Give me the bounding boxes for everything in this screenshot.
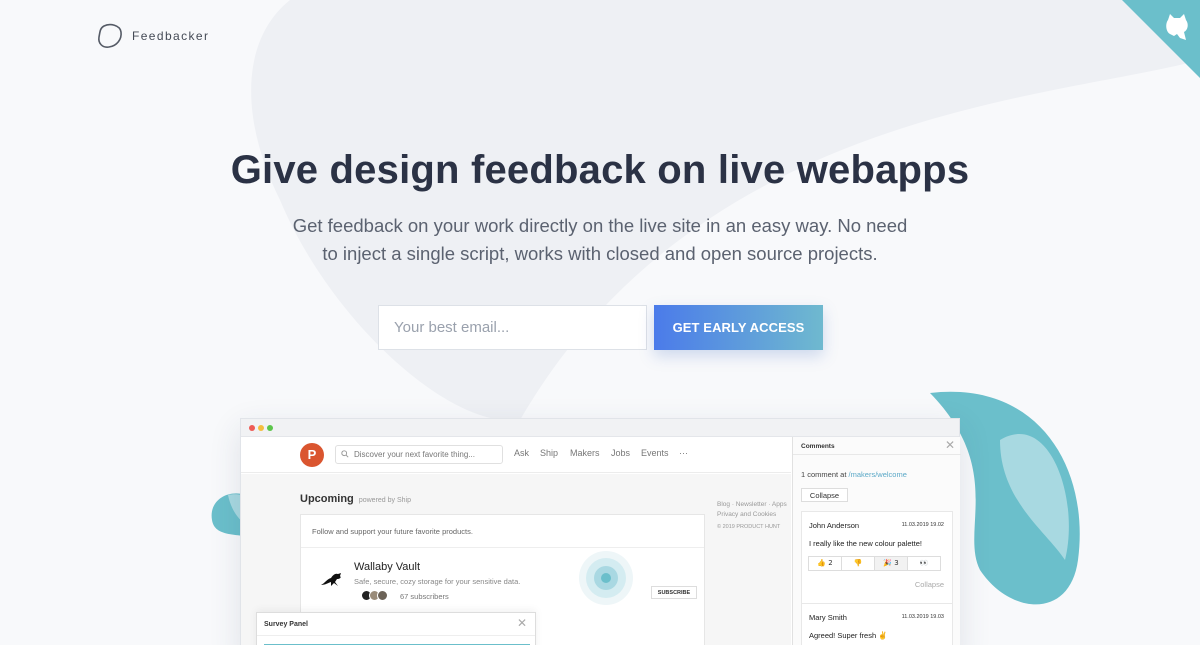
footer-copyright: © 2019 PRODUCT HUNT <box>717 524 781 530</box>
subscriber-count: 67 subscribers <box>400 592 449 601</box>
survey-title: Survey Panel <box>264 621 308 628</box>
party-popper-icon: 🎉 <box>883 559 892 567</box>
brand-logo[interactable]: Feedbacker <box>96 22 209 50</box>
reaction-thumbs-up[interactable]: 👍 2 <box>808 556 842 571</box>
github-corner-link[interactable] <box>1122 0 1200 78</box>
comment-text: Agreed! Super fresh ✌️ <box>809 631 888 640</box>
comment-card: Mary Smith 11.03.2019 19.03 Agreed! Supe… <box>801 603 953 645</box>
comment-card: John Anderson 11.03.2019 19.02 I really … <box>801 511 953 607</box>
site-search-input[interactable]: Discover your next favorite thing... <box>335 445 503 464</box>
avatar <box>377 590 388 601</box>
comment-text: I really like the new colour palette! <box>809 539 922 548</box>
nav-makers[interactable]: Makers <box>570 448 600 458</box>
reaction-party[interactable]: 🎉 3 <box>874 556 908 571</box>
footer-links-row[interactable]: Blog · Newsletter · Apps <box>717 500 797 510</box>
site-navbar: P Discover your next favorite thing... A… <box>241 437 791 473</box>
thumbs-up-icon: 👍 <box>817 559 826 567</box>
nav-ship[interactable]: Ship <box>540 448 558 458</box>
reaction-thumbs-down[interactable]: 👎 <box>841 556 875 571</box>
window-maximize-dot <box>267 425 273 431</box>
email-input[interactable] <box>378 305 647 350</box>
comment-date: 11.03.2019 19.03 <box>901 614 944 620</box>
product-description: Safe, secure, cozy storage for your sens… <box>354 577 521 586</box>
github-octocat-icon <box>1166 14 1188 40</box>
thumbs-down-icon: 👎 <box>853 559 863 567</box>
comment-author: Mary Smith <box>809 613 847 622</box>
subscribe-button[interactable]: SUBSCRIBE <box>651 586 697 599</box>
pulse-icon <box>579 551 633 605</box>
comments-header: Comments ✕ <box>793 437 961 455</box>
reaction-count: 2 <box>828 559 833 567</box>
site-logo[interactable]: P <box>300 443 324 467</box>
reaction-eyes[interactable]: 👀 <box>907 556 941 571</box>
collapse-button[interactable]: Collapse <box>801 488 848 502</box>
window-close-dot <box>249 425 255 431</box>
get-early-access-button[interactable]: GET EARLY ACCESS <box>654 305 823 350</box>
nav-more[interactable]: ··· <box>679 448 688 458</box>
collapse-link[interactable]: Collapse <box>915 580 944 589</box>
comment-count: 1 comment at /makers/welcome <box>801 470 907 479</box>
section-powered: powered by Ship <box>358 497 411 504</box>
comment-page-link[interactable]: /makers/welcome <box>849 470 907 479</box>
card-header: Follow and support your future favorite … <box>301 515 704 548</box>
product-name[interactable]: Wallaby Vault <box>354 561 420 573</box>
nav-ask[interactable]: Ask <box>514 448 529 458</box>
subscriber-avatars <box>361 590 388 601</box>
window-minimize-dot <box>258 425 264 431</box>
search-icon <box>341 450 349 458</box>
eyes-icon: 👀 <box>919 559 929 567</box>
comments-panel: Comments ✕ 1 comment at /makers/welcome … <box>792 437 961 645</box>
kangaroo-icon <box>321 573 341 586</box>
pebble-outline-icon <box>98 23 122 48</box>
reaction-count: 3 <box>894 559 899 567</box>
site-search-placeholder: Discover your next favorite thing... <box>354 450 475 459</box>
footer-links-row-2[interactable]: Privacy and Cookies <box>717 510 797 520</box>
comments-title: Comments <box>801 443 835 450</box>
section-title: Upcoming powered by Ship <box>300 493 411 505</box>
divider <box>257 635 535 636</box>
comment-author: John Anderson <box>809 521 860 530</box>
close-icon[interactable]: ✕ <box>945 438 955 452</box>
site-footer-links: Blog · Newsletter · Apps Privacy and Coo… <box>717 500 797 532</box>
reaction-bar: 👍 2 👎 🎉 3 👀 <box>808 556 941 571</box>
comment-count-text: 1 comment at <box>801 470 849 479</box>
comment-date: 11.03.2019 19.02 <box>901 522 944 528</box>
browser-mockup: P Discover your next favorite thing... A… <box>240 418 961 645</box>
nav-events[interactable]: Events <box>641 448 669 458</box>
brand-name: Feedbacker <box>132 29 210 43</box>
hero-subtitle: Get feedback on your work directly on th… <box>292 215 908 264</box>
nav-jobs[interactable]: Jobs <box>611 448 630 458</box>
close-icon[interactable]: ✕ <box>517 616 527 630</box>
survey-panel: Survey Panel ✕ <box>256 612 536 645</box>
browser-chrome <box>241 419 959 437</box>
section-title-text: Upcoming <box>300 493 354 505</box>
hero-title: Give design feedback on live webapps <box>230 148 970 192</box>
